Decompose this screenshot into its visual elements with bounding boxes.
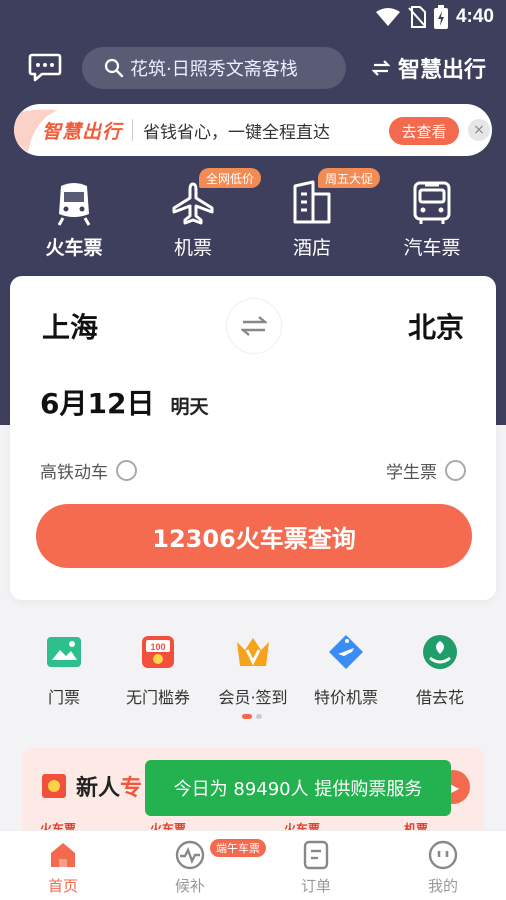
swap-cities-button[interactable] <box>226 298 282 354</box>
quick-entry-coupon[interactable]: 100 无门槛券 <box>110 632 206 708</box>
category-bus[interactable]: 汽车票 <box>377 168 487 260</box>
quick-entry-credit[interactable]: 借去花 <box>392 632 488 708</box>
highspeed-option[interactable]: 高铁动车 <box>40 458 137 483</box>
badge-friday-sale: 周五大促 <box>318 168 381 188</box>
train-icon <box>57 183 91 226</box>
brand-switch-label: 智慧出行 <box>397 58 486 83</box>
category-row: 火车票 机票 酒店 汽车票 全网低价 周五大促 <box>0 168 506 264</box>
highspeed-radio[interactable] <box>116 460 137 481</box>
promo-view-button[interactable]: 去查看 <box>389 117 459 145</box>
category-label: 汽车票 <box>403 237 461 259</box>
battery-charging-icon <box>433 5 448 29</box>
quick-entry-tickets[interactable]: 门票 <box>16 632 112 708</box>
divider <box>132 119 133 141</box>
top-bar: 花筑·日照秀文斋客栈 智慧出行 <box>0 44 506 92</box>
tab-label: 我的 <box>427 877 458 895</box>
student-radio[interactable] <box>445 460 466 481</box>
tab-orders[interactable]: 订单 <box>276 839 356 896</box>
quick-entry-row: 门票 100 无门槛券 会员·签到 特价机票 借去花 <box>0 632 506 712</box>
quick-entry-label: 特价机票 <box>313 688 378 707</box>
svg-text:100: 100 <box>150 642 165 652</box>
profile-face-icon <box>428 840 458 870</box>
travel-date: 6月12日 <box>40 387 155 420</box>
status-bar: 4:40 <box>0 0 506 34</box>
swap-arrows-icon <box>241 316 267 336</box>
train-search-card: 上海 北京 6月12日 明天 高铁动车 学生票 12306火车票查询 <box>10 276 496 600</box>
student-label: 学生票 <box>386 463 437 483</box>
ticket-landscape-icon <box>47 637 81 667</box>
wifi-icon <box>375 8 400 26</box>
quick-entry-cheap-flights[interactable]: 特价机票 <box>298 632 394 708</box>
date-picker[interactable]: 6月12日 明天 <box>40 382 208 422</box>
discount-plane-tag-icon <box>329 635 363 669</box>
no-sim-icon <box>408 6 426 28</box>
category-label: 火车票 <box>45 237 103 259</box>
tab-profile[interactable]: 我的 <box>403 839 483 896</box>
leaf-money-icon <box>423 635 457 669</box>
promo-banner[interactable]: 智慧出行 省钱省心，一键全程直达 去查看 × <box>14 104 492 156</box>
promo-logo: 智慧出行 <box>14 104 132 156</box>
category-train[interactable]: 火车票 <box>19 168 129 260</box>
carousel-dot-active <box>242 714 252 719</box>
vip-crown-icon <box>237 638 269 666</box>
order-list-icon <box>303 840 329 870</box>
category-label: 酒店 <box>292 237 331 259</box>
close-icon[interactable]: × <box>468 119 490 141</box>
home-icon <box>51 843 75 867</box>
new-user-title: 新人专 <box>76 776 143 801</box>
tab-label: 候补 <box>174 877 205 895</box>
service-count-toast: 今日为 89490人 提供购票服务 <box>145 760 451 816</box>
bottom-tab-bar: 首页 候补 订单 我的 端午车票 <box>0 830 506 900</box>
to-city[interactable]: 北京 <box>408 306 464 346</box>
carousel-indicator <box>242 714 262 719</box>
quick-entry-label: 会员·签到 <box>218 688 288 707</box>
clock: 4:40 <box>455 6 494 27</box>
carousel-dot <box>256 714 262 719</box>
tab-label: 首页 <box>47 877 78 895</box>
search-input[interactable]: 花筑·日照秀文斋客栈 <box>82 47 346 89</box>
quick-entry-label: 门票 <box>47 688 80 707</box>
coupon-100-icon: 100 <box>142 636 174 668</box>
search-placeholder: 花筑·日照秀文斋客栈 <box>130 59 298 80</box>
swap-arrows-icon <box>371 60 390 76</box>
query-button[interactable]: 12306火车票查询 <box>36 504 472 568</box>
chat-bubble-icon[interactable] <box>28 52 62 82</box>
tab-home[interactable]: 首页 <box>23 839 103 896</box>
category-label: 机票 <box>173 237 212 259</box>
pulse-icon <box>175 840 205 870</box>
quick-entry-vip[interactable]: 会员·签到 <box>205 632 301 708</box>
date-note: 明天 <box>170 396 209 418</box>
gift-packet-icon <box>42 774 66 798</box>
student-option[interactable]: 学生票 <box>386 458 466 483</box>
tab-label: 订单 <box>300 877 331 895</box>
from-city[interactable]: 上海 <box>42 306 98 346</box>
quick-entry-label: 借去花 <box>415 688 464 707</box>
quick-entry-label: 无门槛券 <box>125 688 190 707</box>
bus-icon <box>413 181 451 224</box>
brand-switch-button[interactable]: 智慧出行 <box>371 52 486 84</box>
highspeed-label: 高铁动车 <box>40 463 108 483</box>
promo-text: 省钱省心，一键全程直达 <box>143 122 330 143</box>
tab-badge: 端午车票 <box>210 839 266 857</box>
search-icon <box>104 58 124 78</box>
badge-lowest-price: 全网低价 <box>199 168 262 188</box>
